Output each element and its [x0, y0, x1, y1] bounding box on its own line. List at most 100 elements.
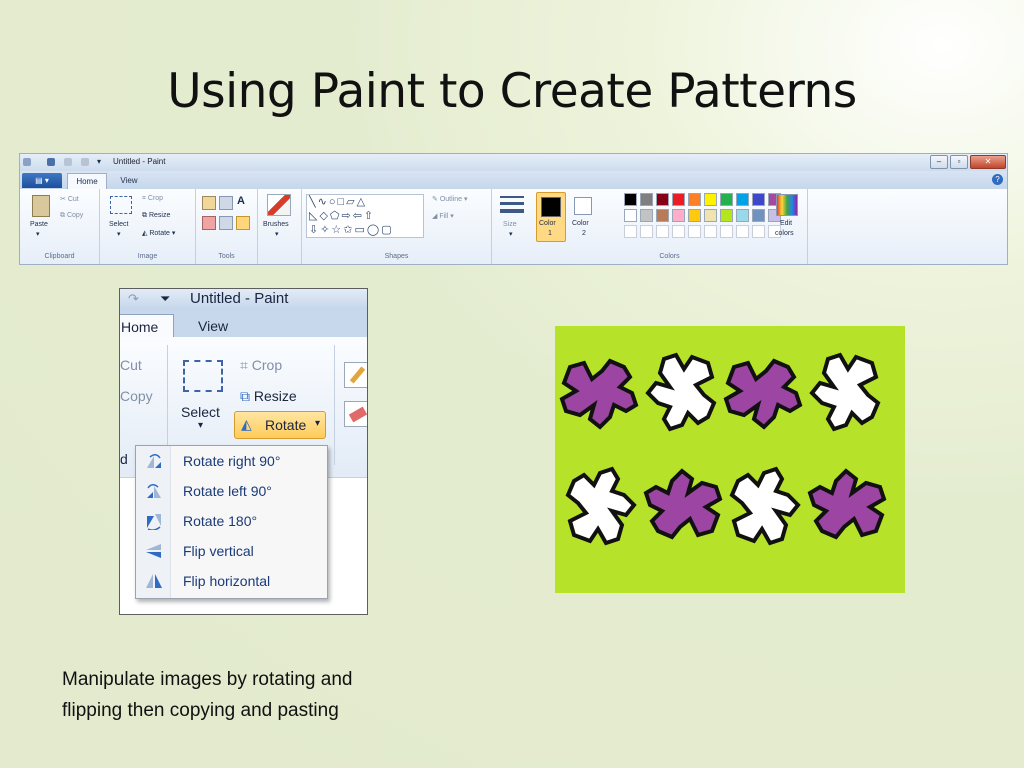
- palette-swatch[interactable]: [752, 209, 765, 222]
- eraser-icon[interactable]: [202, 216, 216, 230]
- edit-colors-label-1[interactable]: Edit: [780, 220, 792, 227]
- zoom-cut-button[interactable]: Cut: [120, 357, 142, 373]
- palette-swatch[interactable]: [736, 193, 749, 206]
- menu-item-flip-vertical[interactable]: Flip vertical: [136, 536, 327, 566]
- color1-number: 1: [548, 230, 552, 237]
- menu-item-rotate-180[interactable]: Rotate 180°: [136, 506, 327, 536]
- zoom-select-button[interactable]: Select: [181, 404, 220, 420]
- redo-icon[interactable]: [81, 158, 89, 166]
- paint-app-icon[interactable]: [23, 158, 31, 166]
- tab-view[interactable]: View: [114, 173, 144, 189]
- palette-swatch[interactable]: [704, 209, 717, 222]
- resize-button[interactable]: ⧉ Resize: [142, 212, 170, 220]
- size-dropdown-icon[interactable]: ▾: [509, 230, 513, 238]
- zoom-select-icon[interactable]: [183, 360, 223, 392]
- palette-swatch[interactable]: [720, 209, 733, 222]
- text-tool-icon[interactable]: A: [237, 195, 245, 207]
- palette-swatch[interactable]: [656, 209, 669, 222]
- quick-access-dropdown-icon[interactable]: ▾: [97, 157, 101, 166]
- crop-button[interactable]: ⌗ Crop: [142, 195, 163, 203]
- outline-button[interactable]: ✎ Outline ▾: [432, 195, 467, 203]
- brushes-icon[interactable]: [267, 194, 291, 216]
- select-dropdown-icon[interactable]: ▾: [117, 230, 121, 238]
- edit-colors-icon[interactable]: [776, 194, 798, 216]
- palette-swatch[interactable]: [624, 193, 637, 206]
- zoom-rotate-button[interactable]: ◭ Rotate ▾: [234, 411, 326, 439]
- colors-group: Color 1 Color 2 Edit colors Colors: [532, 189, 808, 264]
- palette-swatch[interactable]: [640, 225, 653, 238]
- zoom-tab-view[interactable]: View: [198, 318, 228, 334]
- paste-icon[interactable]: [32, 195, 50, 217]
- palette-swatch[interactable]: [752, 225, 765, 238]
- rotate-button[interactable]: ◭ Rotate ▾: [142, 229, 175, 237]
- palette-swatch[interactable]: [736, 209, 749, 222]
- palette-swatch[interactable]: [752, 193, 765, 206]
- palette-swatch[interactable]: [624, 225, 637, 238]
- color2-swatch[interactable]: [574, 197, 592, 215]
- palette-swatch[interactable]: [720, 193, 733, 206]
- zoom-crop-button[interactable]: ⌗ Crop: [240, 357, 282, 374]
- pattern-image: [555, 326, 905, 593]
- menu-item-flip-horizontal[interactable]: Flip horizontal: [136, 566, 327, 596]
- palette-swatch[interactable]: [672, 193, 685, 206]
- zoom-tab-home[interactable]: Home: [120, 314, 174, 338]
- undo-icon[interactable]: [64, 158, 72, 166]
- fill-button[interactable]: ◢ Fill ▾: [432, 212, 454, 220]
- pattern-blob: [809, 352, 881, 432]
- zoom-resize-button[interactable]: ⧉ Resize: [240, 388, 297, 405]
- rotate-right-icon: [147, 454, 161, 468]
- copy-button[interactable]: ⧉ Copy: [60, 212, 83, 220]
- brushes-dropdown-icon[interactable]: ▾: [275, 230, 279, 238]
- palette-swatch[interactable]: [656, 225, 669, 238]
- save-icon[interactable]: [47, 158, 55, 166]
- maximize-button[interactable]: ▫: [950, 155, 968, 169]
- palette-swatch[interactable]: [688, 225, 701, 238]
- menu-item-rotate-right[interactable]: Rotate right 90°: [136, 446, 327, 476]
- paste-button[interactable]: Paste: [30, 221, 48, 228]
- tab-home[interactable]: Home: [67, 173, 107, 189]
- palette-swatch[interactable]: [672, 225, 685, 238]
- palette-swatch[interactable]: [672, 209, 685, 222]
- size-button[interactable]: Size: [503, 221, 517, 228]
- resize-label: Resize: [148, 212, 171, 219]
- brushes-button[interactable]: Brushes: [263, 221, 289, 228]
- palette-swatch[interactable]: [624, 209, 637, 222]
- file-menu-button[interactable]: ▤ ▾: [22, 173, 62, 188]
- menu-item-label: Flip vertical: [183, 543, 254, 559]
- shapes-gallery[interactable]: ╲∿○□▱△ ◺◇⬠⇨⇦⇧ ⇩✧☆✩▭◯▢: [306, 194, 424, 238]
- color1-button[interactable]: Color 1: [536, 192, 566, 242]
- quick-access-dropdown-icon[interactable]: ⏷: [160, 291, 170, 307]
- zoom-eraser-icon[interactable]: [344, 401, 367, 427]
- zoom-tab-strip: Home View: [120, 310, 367, 338]
- cut-button[interactable]: ✂ Cut: [60, 195, 79, 203]
- palette-swatch[interactable]: [688, 209, 701, 222]
- palette-swatch[interactable]: [704, 193, 717, 206]
- zoom-copy-button[interactable]: Copy: [120, 388, 153, 404]
- palette-swatch[interactable]: [640, 193, 653, 206]
- close-button[interactable]: ✕: [970, 155, 1006, 169]
- zoom-pencil-icon[interactable]: [344, 362, 367, 388]
- magnifier-icon[interactable]: [236, 216, 250, 230]
- palette-swatch[interactable]: [640, 209, 653, 222]
- zoom-select-dropdown-icon[interactable]: ▾: [198, 420, 203, 431]
- help-icon[interactable]: ?: [992, 174, 1003, 185]
- minimize-button[interactable]: –: [930, 155, 948, 169]
- redo-icon[interactable]: ↷: [128, 291, 139, 307]
- size-line-medium: [500, 202, 524, 205]
- palette-swatch[interactable]: [720, 225, 733, 238]
- paste-dropdown-icon[interactable]: ▾: [36, 230, 40, 238]
- pencil-icon[interactable]: [202, 196, 216, 210]
- palette-swatch[interactable]: [736, 225, 749, 238]
- zoomed-rotate-menu-view: ↷ ⏷ Untitled - Paint Home View Cut Copy …: [119, 288, 368, 615]
- menu-item-label: Flip horizontal: [183, 573, 271, 589]
- menu-item-rotate-left[interactable]: Rotate left 90°: [136, 476, 327, 506]
- select-button[interactable]: Select: [109, 221, 128, 228]
- palette-swatch[interactable]: [688, 193, 701, 206]
- edit-colors-label-2[interactable]: colors: [775, 230, 794, 237]
- zoom-title-bar: ↷ ⏷ Untitled - Paint: [120, 289, 367, 310]
- palette-swatch[interactable]: [656, 193, 669, 206]
- select-icon[interactable]: [110, 196, 132, 214]
- fill-bucket-icon[interactable]: [219, 196, 233, 210]
- palette-swatch[interactable]: [704, 225, 717, 238]
- color-picker-icon[interactable]: [219, 216, 233, 230]
